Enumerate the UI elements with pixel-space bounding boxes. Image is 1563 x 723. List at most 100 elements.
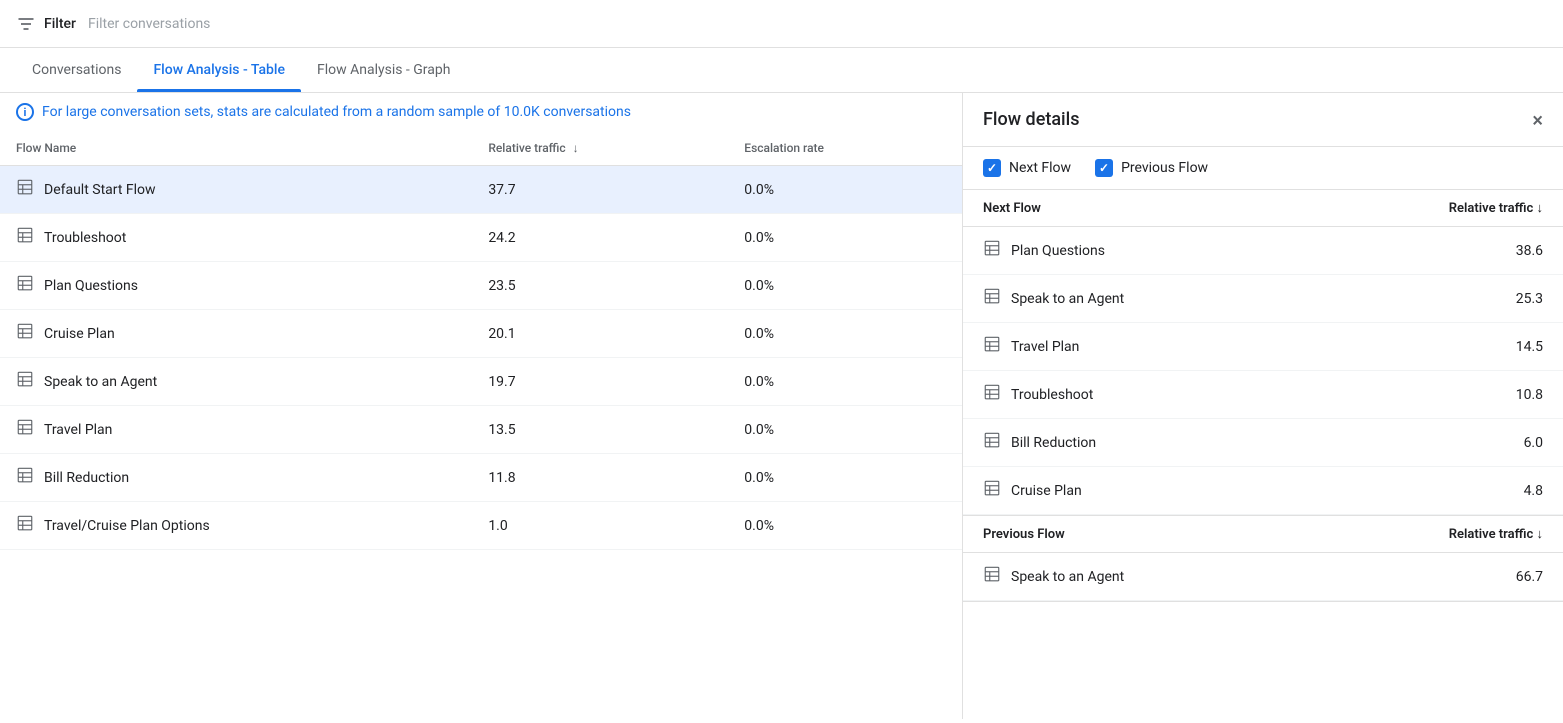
table-row[interactable]: Default Start Flow 37.7 0.0% (0, 166, 962, 214)
flow-details-title: Flow details (983, 109, 1079, 130)
tab-flow-analysis-table[interactable]: Flow Analysis - Table (137, 48, 301, 92)
flow-row-escalation: 0.0% (728, 454, 962, 502)
next-flow-row[interactable]: Plan Questions 38.6 (963, 227, 1563, 275)
checkbox-previous-flow-label: Previous Flow (1121, 160, 1208, 176)
table-row[interactable]: Troubleshoot 24.2 0.0% (0, 214, 962, 262)
next-flow-row-traffic: 25.3 (1308, 275, 1563, 323)
flow-row-traffic: 37.7 (472, 166, 728, 214)
close-button[interactable]: × (1532, 110, 1543, 130)
next-flow-row-name: Plan Questions (1011, 243, 1105, 259)
info-icon: i (16, 103, 34, 121)
table-row[interactable]: Bill Reduction 11.8 0.0% (0, 454, 962, 502)
next-flow-row-name: Troubleshoot (1011, 387, 1093, 403)
prev-flow-col-traffic: Relative traffic ↓ (1308, 516, 1563, 553)
info-banner: i For large conversation sets, stats are… (0, 93, 962, 131)
checkbox-previous-flow[interactable]: ✓ Previous Flow (1095, 159, 1208, 177)
previous-flow-table: Previous Flow Relative traffic ↓ S (963, 516, 1563, 601)
next-flow-name-cell: Travel Plan (963, 323, 1308, 371)
flow-row-icon (16, 274, 34, 297)
tab-conversations[interactable]: Conversations (16, 48, 137, 92)
tab-flow-analysis-graph[interactable]: Flow Analysis - Graph (301, 48, 467, 92)
checkbox-next-flow-label: Next Flow (1009, 160, 1071, 176)
col-flow-name: Flow Name (0, 131, 472, 166)
flow-row-traffic: 19.7 (472, 358, 728, 406)
next-flow-col-name: Next Flow (963, 190, 1308, 227)
flow-name-cell: Speak to an Agent (0, 358, 472, 406)
next-flow-row-icon (983, 431, 1001, 454)
table-row[interactable]: Travel/Cruise Plan Options 1.0 0.0% (0, 502, 962, 550)
flow-row-icon (16, 178, 34, 201)
next-flow-row[interactable]: Troubleshoot 10.8 (963, 371, 1563, 419)
flow-row-name: Plan Questions (44, 278, 138, 294)
next-flow-name-cell: Speak to an Agent (963, 275, 1308, 323)
right-panel: Flow details × ✓ Next Flow ✓ Previous Fl… (963, 93, 1563, 719)
left-panel: i For large conversation sets, stats are… (0, 93, 963, 719)
flow-row-icon (16, 418, 34, 441)
col-relative-traffic[interactable]: Relative traffic ↓ (472, 131, 728, 166)
filter-icon (16, 14, 36, 34)
flow-name-cell: Default Start Flow (0, 166, 472, 214)
next-flow-section: Next Flow Relative traffic ↓ Plan (963, 190, 1563, 516)
sort-arrow-traffic: ↓ (573, 141, 579, 155)
flow-name-cell: Travel Plan (0, 406, 472, 454)
flow-row-traffic: 20.1 (472, 310, 728, 358)
next-flow-row-name: Speak to an Agent (1011, 291, 1124, 307)
next-flow-row-name: Travel Plan (1011, 339, 1079, 355)
flow-row-escalation: 0.0% (728, 214, 962, 262)
flow-row-name: Travel/Cruise Plan Options (44, 518, 210, 534)
prev-flow-row-icon (983, 565, 1001, 588)
next-flow-name-cell: Troubleshoot (963, 371, 1308, 419)
filter-bar: Filter Filter conversations (0, 0, 1563, 48)
flow-row-name: Troubleshoot (44, 230, 126, 246)
flow-row-name: Travel Plan (44, 422, 112, 438)
previous-flow-section: Previous Flow Relative traffic ↓ S (963, 516, 1563, 602)
main-layout: i For large conversation sets, stats are… (0, 93, 1563, 719)
next-flow-name-cell: Plan Questions (963, 227, 1308, 275)
next-flow-row-icon (983, 287, 1001, 310)
next-flow-col-traffic: Relative traffic ↓ (1308, 190, 1563, 227)
flow-name-cell: Travel/Cruise Plan Options (0, 502, 472, 550)
prev-flow-row[interactable]: Speak to an Agent 66.7 (963, 553, 1563, 601)
flow-row-icon (16, 466, 34, 489)
flow-name-cell: Plan Questions (0, 262, 472, 310)
flow-row-escalation: 0.0% (728, 502, 962, 550)
flow-details-header: Flow details × (963, 93, 1563, 147)
next-flow-table: Next Flow Relative traffic ↓ Plan (963, 190, 1563, 515)
next-flow-row-icon (983, 239, 1001, 262)
next-flow-row[interactable]: Cruise Plan 4.8 (963, 467, 1563, 515)
flow-name-cell: Bill Reduction (0, 454, 472, 502)
next-flow-row-traffic: 10.8 (1308, 371, 1563, 419)
info-text: For large conversation sets, stats are c… (42, 104, 631, 120)
tabs-bar: Conversations Flow Analysis - Table Flow… (0, 48, 1563, 93)
next-flow-row-icon (983, 383, 1001, 406)
col-escalation-rate: Escalation rate (728, 131, 962, 166)
flow-row-icon (16, 514, 34, 537)
next-flow-row-traffic: 4.8 (1308, 467, 1563, 515)
flow-row-icon (16, 322, 34, 345)
flow-row-name: Bill Reduction (44, 470, 129, 486)
next-flow-row-traffic: 14.5 (1308, 323, 1563, 371)
next-flow-row-traffic: 6.0 (1308, 419, 1563, 467)
next-flow-row-name: Cruise Plan (1011, 483, 1082, 499)
flow-row-icon (16, 226, 34, 249)
prev-flow-name-cell: Speak to an Agent (963, 553, 1308, 601)
checkbox-next-flow[interactable]: ✓ Next Flow (983, 159, 1071, 177)
prev-flow-sort-arrow: ↓ (1537, 527, 1544, 542)
flow-row-traffic: 23.5 (472, 262, 728, 310)
flow-row-name: Cruise Plan (44, 326, 115, 342)
table-row[interactable]: Cruise Plan 20.1 0.0% (0, 310, 962, 358)
checkbox-next-flow-box: ✓ (983, 159, 1001, 177)
table-row[interactable]: Plan Questions 23.5 0.0% (0, 262, 962, 310)
next-flow-row[interactable]: Speak to an Agent 25.3 (963, 275, 1563, 323)
flow-row-escalation: 0.0% (728, 406, 962, 454)
flow-row-traffic: 13.5 (472, 406, 728, 454)
filter-label: Filter (44, 16, 76, 32)
table-row[interactable]: Speak to an Agent 19.7 0.0% (0, 358, 962, 406)
flow-row-name: Default Start Flow (44, 182, 156, 198)
flow-row-name: Speak to an Agent (44, 374, 157, 390)
flow-row-escalation: 0.0% (728, 310, 962, 358)
table-row[interactable]: Travel Plan 13.5 0.0% (0, 406, 962, 454)
prev-flow-col-name: Previous Flow (963, 516, 1308, 553)
next-flow-row[interactable]: Travel Plan 14.5 (963, 323, 1563, 371)
next-flow-row[interactable]: Bill Reduction 6.0 (963, 419, 1563, 467)
